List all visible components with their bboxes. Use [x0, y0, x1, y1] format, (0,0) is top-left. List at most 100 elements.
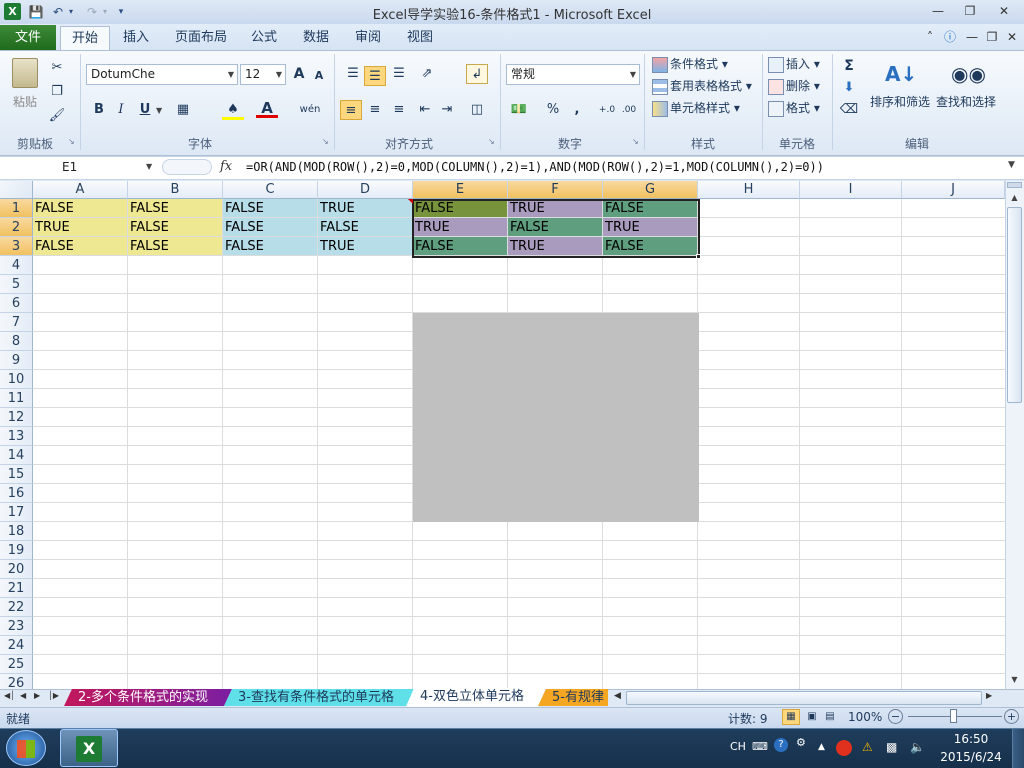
column-header-H[interactable]: H: [698, 181, 800, 199]
clear-icon[interactable]: ⌫: [838, 100, 860, 120]
row-header-14[interactable]: 14: [0, 446, 33, 465]
horizontal-scrollbar[interactable]: [626, 691, 982, 705]
cell-D3[interactable]: TRUE: [318, 237, 413, 256]
tab-data[interactable]: 数据: [296, 26, 336, 50]
row-header-5[interactable]: 5: [0, 275, 33, 294]
row-header-6[interactable]: 6: [0, 294, 33, 313]
fill-handle[interactable]: [696, 254, 701, 259]
number-format-select[interactable]: 常规 ▼: [506, 64, 640, 85]
row-header-23[interactable]: 23: [0, 617, 33, 636]
decrease-indent-icon[interactable]: ⇤: [414, 100, 436, 120]
close-button[interactable]: ✕: [992, 2, 1016, 20]
first-sheet-icon[interactable]: ◀│: [4, 691, 15, 700]
row-header-24[interactable]: 24: [0, 636, 33, 655]
currency-icon[interactable]: 💵: [508, 100, 530, 120]
row-header-18[interactable]: 18: [0, 522, 33, 541]
borders-icon[interactable]: ▦: [172, 100, 194, 120]
align-right-icon[interactable]: ≡: [388, 100, 410, 120]
cell-styles-button[interactable]: 单元格样式 ▾: [652, 100, 740, 117]
align-bottom-icon[interactable]: ☰: [388, 64, 410, 84]
font-launcher-icon[interactable]: ↘: [322, 137, 329, 146]
insert-cells-button[interactable]: 插入 ▾: [768, 56, 820, 73]
phonetic-button[interactable]: wén: [298, 100, 322, 120]
row-header-15[interactable]: 15: [0, 465, 33, 484]
volume-icon[interactable]: 🔈: [910, 740, 925, 754]
percent-button[interactable]: %: [542, 100, 564, 120]
row-header-17[interactable]: 17: [0, 503, 33, 522]
italic-button[interactable]: I: [110, 100, 132, 120]
keyboard-icon[interactable]: ⌨: [752, 740, 768, 753]
chevron-down-icon[interactable]: ▼: [146, 162, 152, 171]
row-header-2[interactable]: 2: [0, 218, 33, 237]
font-size-select[interactable]: 12 ▼: [240, 64, 286, 85]
number-launcher-icon[interactable]: ↘: [632, 137, 639, 146]
tray-app2-icon[interactable]: ⚠: [862, 740, 873, 754]
font-color-button[interactable]: A: [256, 98, 278, 118]
row-header-25[interactable]: 25: [0, 655, 33, 674]
insert-function-button[interactable]: fx: [220, 159, 232, 174]
help-icon[interactable]: ⓘ: [938, 28, 962, 46]
column-header-I[interactable]: I: [800, 181, 902, 199]
increase-indent-icon[interactable]: ⇥: [436, 100, 458, 120]
clock-date[interactable]: 2015/6/24: [938, 750, 1004, 764]
sheet-tab-2[interactable]: 2-多个条件格式的实现: [64, 689, 232, 706]
zoom-slider-thumb[interactable]: [950, 709, 957, 723]
paste-button[interactable]: 粘贴: [8, 56, 42, 116]
cell-B2[interactable]: FALSE: [128, 218, 223, 237]
tray-app-icon[interactable]: [836, 740, 852, 756]
input-language[interactable]: CH: [730, 740, 746, 753]
row-header-8[interactable]: 8: [0, 332, 33, 351]
cell-A3[interactable]: FALSE: [33, 237, 128, 256]
decrease-decimal-icon[interactable]: .00: [618, 100, 640, 120]
start-button[interactable]: [6, 730, 46, 766]
scroll-thumb[interactable]: [1007, 207, 1022, 403]
tab-view[interactable]: 视图: [400, 26, 440, 50]
row-header-16[interactable]: 16: [0, 484, 33, 503]
tray-expand-icon[interactable]: ▲: [818, 742, 825, 752]
orientation-icon[interactable]: ⇗: [416, 64, 438, 84]
cell-C1[interactable]: FALSE: [223, 199, 318, 218]
sheet-tab-5[interactable]: 5-有规律: [538, 689, 608, 706]
sort-filter-button[interactable]: A↓ 排序和筛选: [868, 56, 932, 126]
delete-cells-button[interactable]: 删除 ▾: [768, 78, 820, 95]
row-header-3[interactable]: 3: [0, 237, 33, 256]
cell-B3[interactable]: FALSE: [128, 237, 223, 256]
last-sheet-icon[interactable]: │▶: [48, 691, 59, 700]
column-header-G[interactable]: G: [603, 181, 698, 199]
cell-A2[interactable]: TRUE: [33, 218, 128, 237]
shrink-font-button[interactable]: A: [308, 66, 330, 86]
row-header-10[interactable]: 10: [0, 370, 33, 389]
scroll-down-icon[interactable]: ▼: [1007, 672, 1022, 688]
increase-decimal-icon[interactable]: +.0: [596, 100, 618, 120]
prev-sheet-icon[interactable]: ◀: [20, 691, 26, 700]
tab-review[interactable]: 审阅: [348, 26, 388, 50]
alignment-launcher-icon[interactable]: ↘: [488, 137, 495, 146]
find-select-button[interactable]: ◉◉ 查找和选择: [934, 56, 998, 126]
row-header-7[interactable]: 7: [0, 313, 33, 332]
split-box[interactable]: [1007, 182, 1022, 188]
column-header-D[interactable]: D: [318, 181, 413, 199]
show-desktop-button[interactable]: [1012, 729, 1024, 768]
expand-formula-icon[interactable]: ▼: [1008, 160, 1015, 170]
cell-A1[interactable]: FALSE: [33, 199, 128, 218]
format-as-table-button[interactable]: 套用表格格式 ▾: [652, 78, 752, 95]
tab-home[interactable]: 开始: [60, 26, 110, 50]
fill-color-icon[interactable]: ♠: [222, 100, 244, 120]
merge-center-icon[interactable]: ◫: [466, 100, 488, 120]
clipboard-launcher-icon[interactable]: ↘: [68, 137, 75, 146]
wrap-text-icon[interactable]: ↲: [466, 64, 488, 84]
scroll-right-icon[interactable]: ▶: [986, 691, 992, 700]
bold-button[interactable]: B: [88, 100, 110, 120]
zoom-in-icon[interactable]: +: [1004, 709, 1019, 724]
row-header-21[interactable]: 21: [0, 579, 33, 598]
sheet-tab-4-active[interactable]: 4-双色立体单元格: [406, 688, 546, 707]
row-header-9[interactable]: 9: [0, 351, 33, 370]
name-box[interactable]: E1: [0, 157, 160, 178]
comma-button[interactable]: ,: [566, 100, 588, 120]
next-sheet-icon[interactable]: ▶: [34, 691, 40, 700]
align-middle-icon[interactable]: ☰: [364, 66, 386, 86]
zoom-level[interactable]: 100%: [848, 710, 882, 724]
autosum-button[interactable]: Σ: [838, 56, 860, 76]
network-icon[interactable]: ▩: [886, 740, 897, 754]
format-cells-button[interactable]: 格式 ▾: [768, 100, 820, 117]
